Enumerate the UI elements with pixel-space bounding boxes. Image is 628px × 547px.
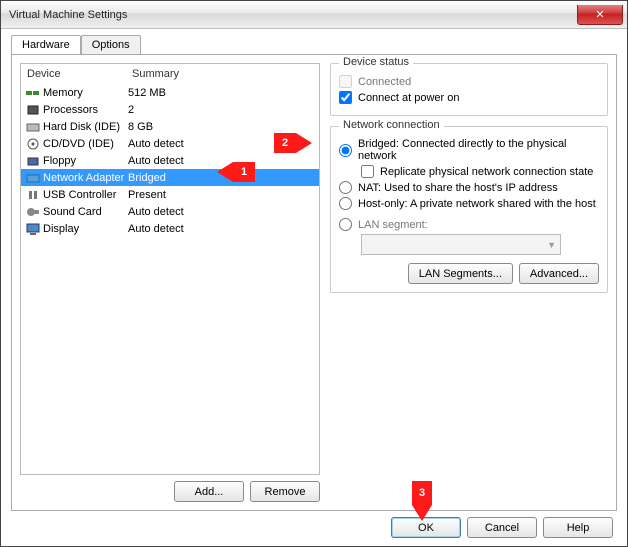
connected-label: Connected — [358, 76, 411, 88]
lan-segment-dropdown[interactable]: ▼ — [361, 234, 561, 255]
device-icon — [25, 103, 41, 117]
device-name: CD/DVD (IDE) — [43, 138, 114, 150]
device-icon — [25, 222, 41, 236]
detail-column: Device status Connected Connect at power… — [330, 63, 608, 502]
replicate-checkbox[interactable] — [361, 165, 374, 178]
device-name: Floppy — [43, 155, 76, 167]
remove-button[interactable]: Remove — [250, 481, 320, 502]
device-summary: 2 — [128, 104, 315, 116]
device-name: Processors — [43, 104, 98, 116]
device-name: Network Adapter — [43, 172, 124, 184]
hostonly-label: Host-only: A private network shared with… — [358, 198, 596, 210]
device-icon — [25, 171, 41, 185]
hostonly-radio[interactable] — [339, 197, 352, 210]
network-connection-title: Network connection — [339, 119, 444, 131]
device-icon — [25, 86, 41, 100]
device-name: Sound Card — [43, 206, 102, 218]
device-row[interactable]: CD/DVD (IDE) Auto detect — [21, 135, 319, 152]
device-summary: Auto detect — [128, 206, 315, 218]
device-summary: Auto detect — [128, 223, 315, 235]
chevron-down-icon: ▼ — [547, 240, 556, 250]
col-summary: Summary — [132, 68, 313, 80]
settings-window: Virtual Machine Settings ✕ Hardware Opti… — [0, 0, 628, 547]
device-name: Hard Disk (IDE) — [43, 121, 120, 133]
device-list-header: Device Summary — [21, 64, 319, 84]
device-row[interactable]: Processors 2 — [21, 101, 319, 118]
device-summary: 8 GB — [128, 121, 315, 133]
close-button[interactable]: ✕ — [577, 5, 623, 25]
device-summary: Present — [128, 189, 315, 201]
device-name: Display — [43, 223, 79, 235]
connect-power-checkbox[interactable] — [339, 91, 352, 104]
device-summary: Bridged — [128, 172, 315, 184]
device-list-buttons: Add... Remove — [20, 481, 320, 502]
lan-segments-button[interactable]: LAN Segments... — [408, 263, 513, 284]
add-button[interactable]: Add... — [174, 481, 244, 502]
tab-hardware[interactable]: Hardware — [11, 35, 81, 55]
device-row[interactable]: Display Auto detect — [21, 220, 319, 237]
window-title: Virtual Machine Settings — [9, 9, 577, 21]
dialog-buttons: OK Cancel Help — [11, 511, 617, 538]
connected-checkbox[interactable] — [339, 75, 352, 88]
nat-label: NAT: Used to share the host's IP address — [358, 182, 558, 194]
device-summary: Auto detect — [128, 155, 315, 167]
nat-radio[interactable] — [339, 181, 352, 194]
lan-segment-radio[interactable] — [339, 218, 352, 231]
col-device: Device — [27, 68, 132, 80]
device-status-group: Device status Connected Connect at power… — [330, 63, 608, 116]
device-column: Device Summary Memory 512 MB Processors 2 Ha… — [20, 63, 320, 502]
hardware-panel: Device Summary Memory 512 MB Processors 2 Ha… — [11, 54, 617, 511]
client-area: Hardware Options Device Summary Memory 51… — [1, 29, 627, 546]
device-icon — [25, 120, 41, 134]
ok-button[interactable]: OK — [391, 517, 461, 538]
device-summary: 512 MB — [128, 87, 315, 99]
close-icon: ✕ — [595, 8, 604, 21]
device-row[interactable]: Hard Disk (IDE) 8 GB — [21, 118, 319, 135]
bridged-radio[interactable] — [339, 144, 352, 157]
device-icon — [25, 137, 41, 151]
device-icon — [25, 154, 41, 168]
network-adv-buttons: LAN Segments... Advanced... — [339, 263, 599, 284]
advanced-button[interactable]: Advanced... — [519, 263, 599, 284]
device-row[interactable]: Memory 512 MB — [21, 84, 319, 101]
bridged-label: Bridged: Connected directly to the physi… — [358, 138, 599, 162]
device-summary: Auto detect — [128, 138, 315, 150]
device-row[interactable]: Sound Card Auto detect — [21, 203, 319, 220]
device-name: USB Controller — [43, 189, 116, 201]
device-icon — [25, 205, 41, 219]
device-row[interactable]: Floppy Auto detect — [21, 152, 319, 169]
device-row[interactable]: USB Controller Present — [21, 186, 319, 203]
device-name: Memory — [43, 87, 83, 99]
device-list[interactable]: Device Summary Memory 512 MB Processors 2 Ha… — [20, 63, 320, 475]
tab-bar: Hardware Options — [11, 35, 617, 55]
tab-options[interactable]: Options — [81, 35, 141, 55]
device-status-title: Device status — [339, 56, 413, 68]
connect-power-label: Connect at power on — [358, 92, 460, 104]
titlebar: Virtual Machine Settings ✕ — [1, 1, 627, 29]
device-icon — [25, 188, 41, 202]
lan-segment-label: LAN segment: — [358, 219, 428, 231]
cancel-button[interactable]: Cancel — [467, 517, 537, 538]
help-button[interactable]: Help — [543, 517, 613, 538]
network-connection-group: Network connection Bridged: Connected di… — [330, 126, 608, 293]
device-row[interactable]: Network Adapter Bridged — [21, 169, 319, 186]
replicate-label: Replicate physical network connection st… — [380, 166, 593, 178]
